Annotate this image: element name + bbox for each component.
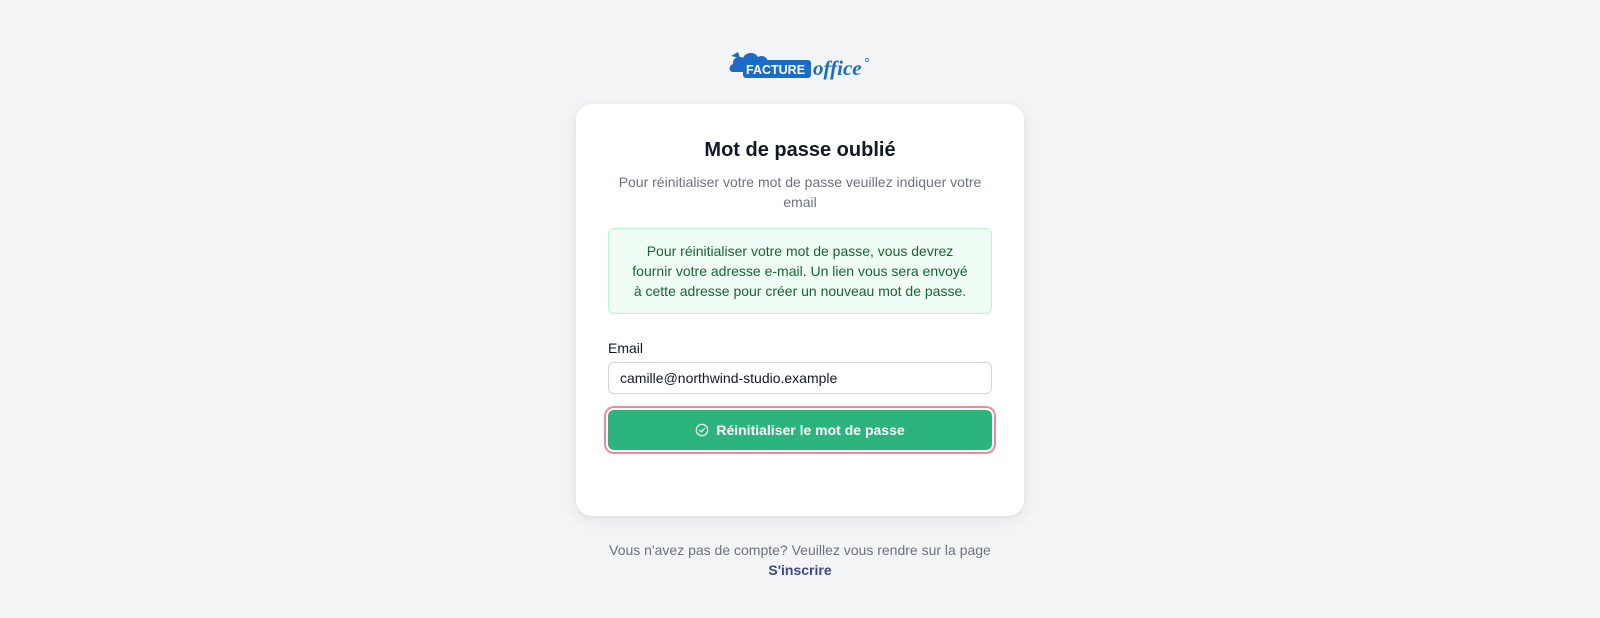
reset-password-card: Mot de passe oublié Pour réinitialiser v… [576,104,1024,516]
reset-password-button-label: Réinitialiser le mot de passe [716,422,905,438]
reset-password-button[interactable]: Réinitialiser le mot de passe [608,410,992,450]
svg-text:office: office [813,56,862,80]
page-title: Mot de passe oublié [704,139,896,161]
email-field[interactable] [608,362,992,394]
facture-office-logo: FACTURE office [727,46,873,82]
signup-prompt: Vous n'avez pas de compte? Veuillez vous… [609,542,991,558]
forgot-password-page: FACTURE office Mot de passe oublié Pour … [0,0,1600,618]
signup-link[interactable]: S'inscrire [609,560,991,580]
check-circle-icon [695,423,709,437]
info-alert: Pour réinitialiser votre mot de passe, v… [608,228,992,314]
signup-footer: Vous n'avez pas de compte? Veuillez vous… [609,540,991,580]
email-label: Email [608,340,644,356]
svg-text:FACTURE: FACTURE [746,63,805,77]
page-subtitle: Pour réinitialiser votre mot de passe ve… [618,174,982,210]
cloud-logo-icon: FACTURE office [729,52,869,80]
